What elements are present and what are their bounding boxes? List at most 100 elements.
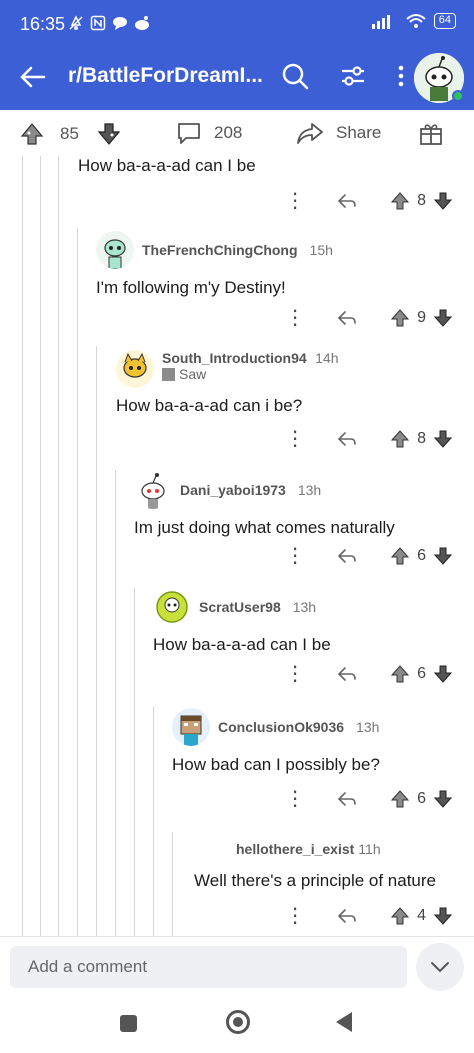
comment: TheFrenchChingChong 15h I'm following m'…: [96, 230, 466, 298]
comment-username[interactable]: ScratUser98: [199, 599, 281, 615]
more-options-icon[interactable]: ⋮: [285, 424, 305, 454]
comment-username[interactable]: hellothere_i_exist: [236, 841, 354, 857]
thread-line[interactable]: [58, 156, 59, 936]
snoo-avatar-icon: [96, 231, 134, 269]
share-icon: [297, 123, 323, 144]
thread-line[interactable]: [77, 228, 78, 936]
upvote-icon[interactable]: [389, 190, 411, 212]
flair-image-icon: [162, 367, 175, 381]
upvote-icon[interactable]: [389, 428, 411, 450]
comment-username[interactable]: ConclusionOk9036: [218, 719, 344, 735]
thread-line[interactable]: [153, 706, 154, 936]
comment-actions: ⋮ 8: [285, 186, 454, 216]
reply-icon[interactable]: [335, 904, 359, 928]
reply-icon[interactable]: [335, 544, 359, 568]
more-options-icon[interactable]: ⋮: [285, 901, 305, 931]
reply-icon[interactable]: [335, 427, 359, 451]
nav-back-icon[interactable]: [336, 1012, 352, 1032]
comment: ScratUser98 13h How ba-a-a-ad can I be: [153, 587, 468, 655]
comment-username[interactable]: Dani_yaboi1973: [180, 482, 286, 498]
signal-icon: [371, 15, 390, 29]
more-options-icon[interactable]: ⋮: [285, 659, 305, 689]
filter-icon[interactable]: [338, 61, 368, 91]
notification-icons: [68, 15, 150, 31]
award-icon[interactable]: [418, 120, 444, 146]
subreddit-title[interactable]: r/BattleForDreamI...: [68, 64, 263, 88]
upvote-icon[interactable]: [389, 788, 411, 810]
comment-body: Well there's a principle of nature: [194, 871, 437, 890]
thread-line[interactable]: [22, 156, 23, 936]
comment-score: 6: [417, 547, 426, 564]
comment-time: 13h: [297, 482, 322, 498]
share-label: Share: [336, 123, 382, 142]
more-options-icon[interactable]: ⋮: [285, 303, 305, 333]
downvote-icon[interactable]: [432, 190, 454, 212]
recent-apps-icon[interactable]: [120, 1015, 137, 1032]
avatar[interactable]: [134, 471, 172, 509]
thread-line[interactable]: [96, 346, 97, 936]
comment-username[interactable]: South_Introduction94: [162, 350, 307, 366]
downvote-icon[interactable]: [432, 905, 454, 927]
nfc-icon: [90, 15, 106, 31]
upvote-icon[interactable]: [18, 120, 46, 148]
more-options-icon[interactable]: ⋮: [285, 186, 305, 216]
avatar[interactable]: [96, 231, 134, 269]
share-button[interactable]: Share: [296, 120, 381, 146]
comment: Dani_yaboi1973 13h Im just doing what co…: [134, 470, 469, 538]
upvote-icon[interactable]: [389, 307, 411, 329]
comment-count: 208: [214, 123, 243, 142]
comment-bubble-icon: [178, 123, 200, 144]
more-options-icon[interactable]: ⋮: [285, 541, 305, 571]
comment-body: Im just doing what comes naturally: [134, 518, 395, 537]
comment-score: 6: [417, 790, 426, 807]
more-options-icon[interactable]: [386, 61, 416, 91]
comment-time: 11h: [358, 841, 381, 857]
upvote-icon[interactable]: [389, 663, 411, 685]
reddit-status-icon: [135, 16, 149, 30]
comment-score: 8: [417, 430, 426, 447]
downvote-icon[interactable]: [95, 120, 123, 148]
upvote-icon[interactable]: [389, 545, 411, 567]
reply-icon[interactable]: [335, 787, 359, 811]
avatar[interactable]: [153, 588, 191, 626]
reply-icon[interactable]: [335, 189, 359, 213]
add-comment-input[interactable]: Add a comment: [10, 946, 407, 988]
comment: hellothere_i_exist 11h Well there's a pr…: [194, 837, 469, 891]
user-flair: Saw: [162, 366, 338, 382]
reply-icon[interactable]: [335, 662, 359, 686]
downvote-icon[interactable]: [432, 545, 454, 567]
system-nav-bar: [0, 996, 474, 1053]
app-bar: r/BattleForDreamI...: [0, 48, 474, 110]
more-options-icon[interactable]: ⋮: [285, 784, 305, 814]
downvote-icon[interactable]: [432, 428, 454, 450]
comment: ConclusionOk9036 13h How bad can I possi…: [172, 707, 467, 775]
avatar[interactable]: [172, 708, 210, 746]
search-icon[interactable]: [280, 61, 310, 91]
comment-username[interactable]: TheFrenchChingChong: [142, 242, 298, 258]
thread-line[interactable]: [134, 588, 135, 936]
snoo-avatar-icon: [153, 588, 191, 626]
status-bar: 16:35 64: [0, 0, 474, 48]
expand-button[interactable]: [416, 943, 464, 991]
downvote-icon[interactable]: [432, 788, 454, 810]
avatar[interactable]: [116, 350, 154, 388]
comments-button[interactable]: 208: [176, 120, 242, 146]
back-arrow-icon[interactable]: [18, 62, 48, 92]
chevron-down-icon: [431, 962, 449, 973]
comment-time: 15h: [309, 242, 333, 258]
downvote-icon[interactable]: [432, 663, 454, 685]
comment-actions: ⋮ 9: [285, 303, 454, 333]
snoo-avatar-icon: [134, 471, 172, 509]
thread-line[interactable]: [172, 832, 173, 936]
status-time: 16:35: [20, 14, 66, 34]
comment-time: 14h: [315, 350, 339, 366]
thread-line[interactable]: [40, 156, 41, 936]
home-icon[interactable]: [226, 1010, 250, 1034]
comment: South_Introduction94 14h Saw How ba-a-a-…: [116, 350, 466, 416]
downvote-icon[interactable]: [432, 307, 454, 329]
reply-icon[interactable]: [335, 306, 359, 330]
comment-composer: Add a comment: [0, 936, 474, 996]
thread-line[interactable]: [115, 470, 116, 936]
upvote-icon[interactable]: [389, 905, 411, 927]
comment-actions: ⋮ 4: [285, 901, 454, 931]
